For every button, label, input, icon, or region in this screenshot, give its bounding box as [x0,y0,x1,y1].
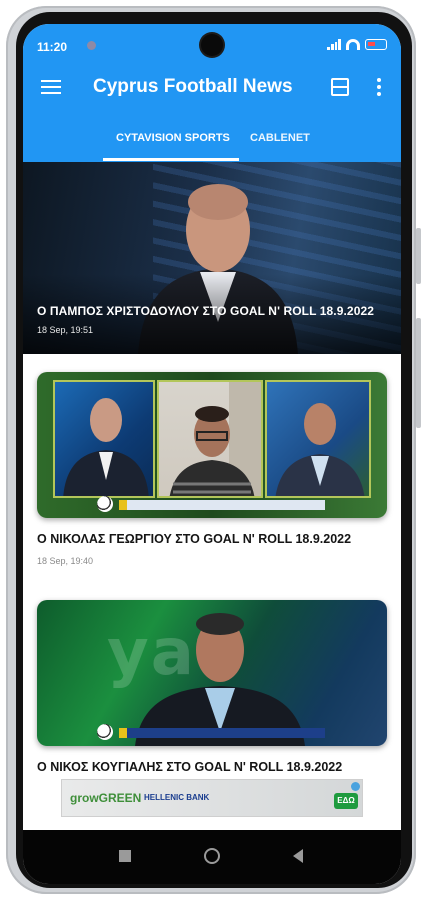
home-icon[interactable] [204,848,220,864]
signal-icon [327,39,341,50]
caption-bar [119,728,325,738]
view-toggle-icon[interactable] [331,78,349,96]
video-panel-center [157,380,263,498]
article-title[interactable]: Ο ΝΙΚΟΛΑΣ ΓΕΩΡΓΙΟΥ ΣΤΟ GOAL N' ROLL 18.9… [37,532,387,546]
football-icon [97,724,113,740]
recents-icon[interactable] [119,850,131,862]
presenter-image [135,613,305,746]
video-panel-left [53,380,155,498]
status-time: 11:20 [37,40,68,54]
tab-indicator [103,158,239,161]
volume-button [416,318,421,428]
football-icon [97,496,113,512]
power-button [416,228,421,284]
article-time: 18 Sep, 19:40 [37,556,94,566]
video-panel-right [265,380,371,498]
ad-banner[interactable]: growGREEN HELLENIC BANK ΕΔΩ [61,779,363,817]
hero-time: 18 Sep, 19:51 [37,325,94,335]
more-vert-icon[interactable] [377,78,381,96]
phone-screen: 11:20 Cyprus Football News CYTAVISION SP… [23,24,401,884]
hero-title[interactable]: Ο ΠΑΜΠΟΣ ΧΡΙΣΤΟΔΟΥΛΟΥ ΣΤΟ GOAL N' ROLL 1… [37,304,374,318]
article-thumbnail[interactable]: yav [37,600,387,746]
battery-icon [365,39,387,50]
front-camera [201,34,223,56]
news-feed[interactable]: Ο ΠΑΜΠΟΣ ΧΡΙΣΤΟΔΟΥΛΟΥ ΣΤΟ GOAL N' ROLL 1… [23,162,401,830]
menu-icon[interactable] [41,80,61,94]
wifi-icon [346,39,360,50]
article-thumbnail[interactable] [37,372,387,518]
status-bar: 11:20 [23,24,401,60]
ad-brand: growGREEN [70,791,142,805]
app-title: Cyprus Football News [93,76,293,97]
status-icons [327,39,387,50]
tab-cytavision-sports[interactable]: CYTAVISION SPORTS [116,132,230,144]
ad-bank-logo: HELLENIC BANK [144,793,210,802]
notification-icon [87,41,96,50]
ad-info-icon[interactable] [351,782,360,791]
hero-article[interactable]: Ο ΠΑΜΠΟΣ ΧΡΙΣΤΟΔΟΥΛΟΥ ΣΤΟ GOAL N' ROLL 1… [23,162,401,354]
back-icon[interactable] [293,849,303,863]
article-title[interactable]: Ο ΝΙΚΟΣ ΚΟΥΓΙΑΛΗΣ ΣΤΟ GOAL N' ROLL 18.9.… [37,760,387,774]
tab-cablenet[interactable]: CABLENET [250,132,310,144]
article-card[interactable]: yav Ο ΝΙΚΟΣ ΚΟΥΓΙΑΛΗΣ ΣΤΟ GOAL N' ROLL 1… [37,600,387,774]
app-bar: Cyprus Football News CYTAVISION SPORTS C… [23,60,401,162]
system-nav-bar [23,830,401,884]
caption-bar [119,500,325,510]
tab-bar: CYTAVISION SPORTS CABLENET [23,122,401,162]
ad-cta-button[interactable]: ΕΔΩ [334,793,358,809]
article-card[interactable]: Ο ΝΙΚΟΛΑΣ ΓΕΩΡΓΙΟΥ ΣΤΟ GOAL N' ROLL 18.9… [37,372,387,566]
